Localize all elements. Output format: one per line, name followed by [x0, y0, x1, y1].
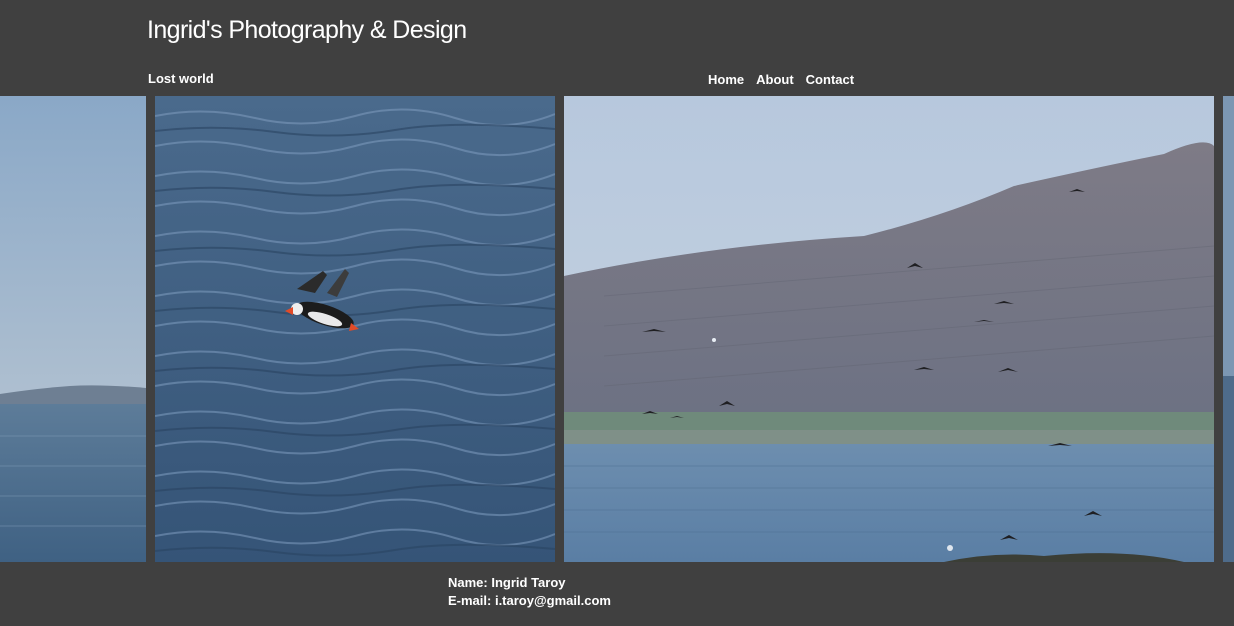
photo-fjord-birds[interactable]	[564, 96, 1214, 562]
footer-name: Name: Ingrid Taroy	[448, 575, 566, 590]
photo-puffin[interactable]	[155, 96, 555, 562]
photo-partial-left[interactable]	[0, 96, 146, 562]
nav-home-link[interactable]: Home	[708, 72, 744, 87]
footer-contact: Name: Ingrid Taroy E-mail: i.taroy@gmail…	[448, 574, 611, 610]
footer-email: E-mail: i.taroy@gmail.com	[448, 593, 611, 608]
puffin-over-water-photo	[155, 96, 555, 562]
nav-about-link[interactable]: About	[756, 72, 794, 87]
photo-partial-right[interactable]	[1223, 96, 1234, 562]
site-title: Ingrid's Photography & Design	[147, 16, 467, 44]
photo-strip[interactable]	[0, 96, 1234, 562]
birds-mountain-fjord-photo	[564, 96, 1214, 562]
partial-next-photo	[1223, 96, 1234, 562]
main-nav: Home About Contact	[708, 72, 854, 87]
gallery-title: Lost world	[148, 71, 214, 86]
nav-contact-link[interactable]: Contact	[806, 72, 854, 87]
partial-seascape-photo	[0, 96, 146, 562]
